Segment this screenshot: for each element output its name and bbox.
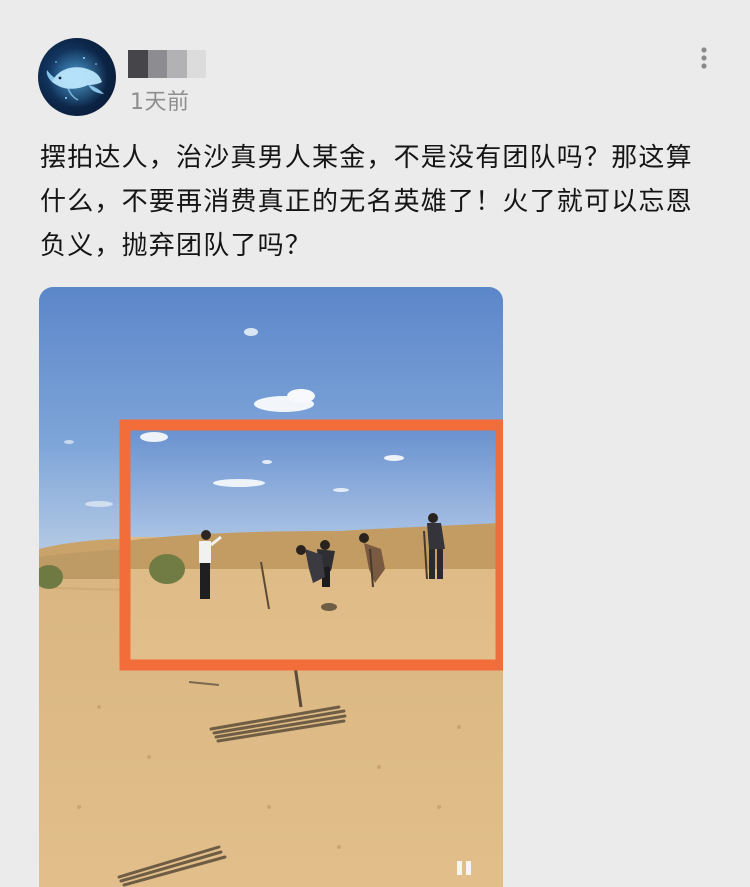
post-timestamp: 1天前 — [130, 90, 190, 115]
mosaic-block — [167, 50, 187, 78]
more-vertical-icon — [701, 47, 707, 69]
mosaic-block — [186, 50, 206, 78]
mosaic-block — [147, 50, 167, 78]
post-text: 摆拍达人，治沙真男人某金，不是没有团队吗？那这算什么，不要再消费真正的无名英雄了… — [40, 143, 693, 261]
post-card: 1天前 摆拍达人，治沙真男人某金，不是没有团队吗？那这算什么，不要再消费真正的无… — [0, 0, 750, 887]
post-image[interactable] — [39, 287, 503, 887]
username-redacted[interactable] — [128, 50, 206, 78]
whale-icon — [46, 48, 108, 108]
mosaic-block — [128, 50, 148, 78]
more-options-button[interactable] — [690, 40, 718, 76]
avatar[interactable] — [38, 38, 116, 116]
